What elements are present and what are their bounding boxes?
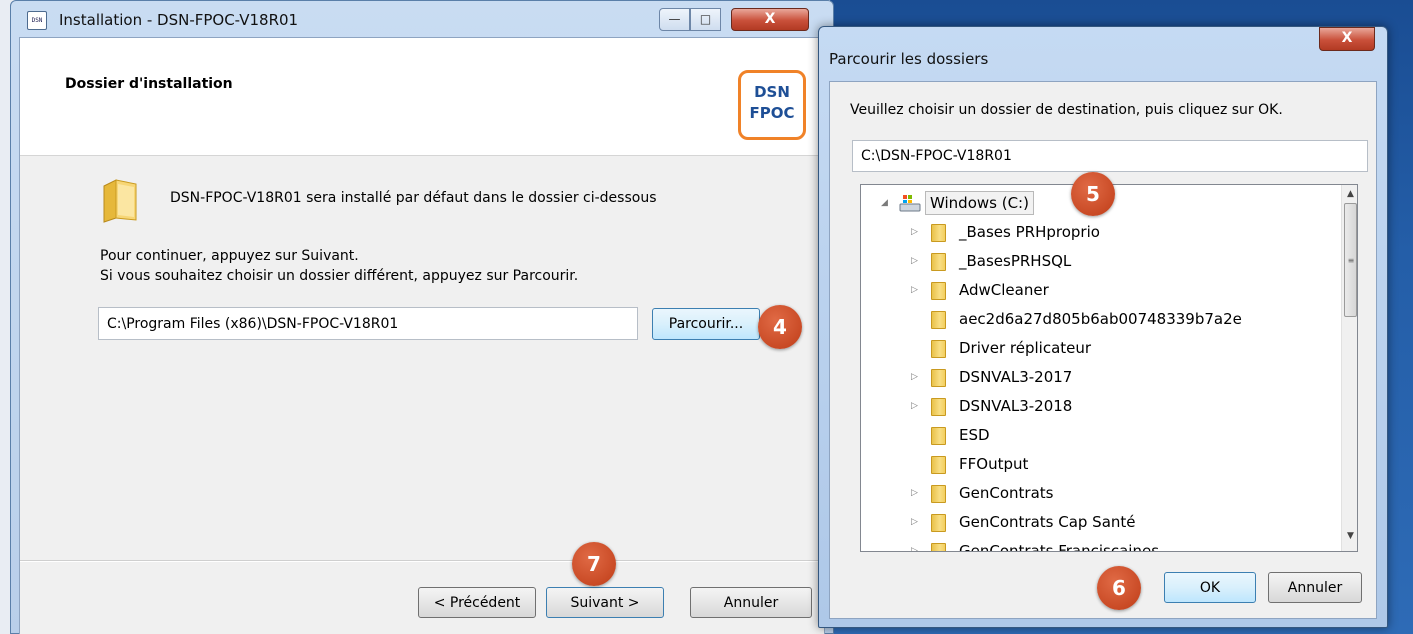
next-button[interactable]: Suivant > [546, 587, 664, 618]
tree-item-label[interactable]: GenContrats Franciscaines [959, 537, 1159, 551]
expand-arrow-icon[interactable]: ▷ [911, 508, 921, 537]
tree-item[interactable]: FFOutput [861, 450, 1339, 479]
step-badge-7: 7 [572, 542, 616, 586]
cancel-button[interactable]: Annuler [690, 587, 812, 618]
folder-icon [931, 456, 946, 474]
step-badge-5: 5 [1071, 172, 1115, 216]
tree-item[interactable]: ▷ GenContrats Franciscaines [861, 537, 1339, 551]
installer-client-area: Dossier d'installation DSN FPOC DSN-FPOC… [19, 37, 825, 634]
tree-item[interactable]: ▷ GenContrats [861, 479, 1339, 508]
minimize-button[interactable]: — [659, 8, 690, 31]
tree-item-label[interactable]: _Bases PRHproprio [959, 218, 1100, 247]
folder-icon [931, 427, 946, 445]
tree-item[interactable]: ▷ _Bases PRHproprio [861, 218, 1339, 247]
tree-item[interactable]: aec2d6a27d805b6ab00748339b7a2e [861, 305, 1339, 334]
logo-line-2: FPOC [749, 104, 795, 122]
tree-item[interactable]: ▷ AdwCleaner [861, 276, 1339, 305]
instruction-line-1: Pour continuer, appuyez sur Suivant. [100, 248, 359, 264]
tree-item-label[interactable]: _BasesPRHSQL [959, 247, 1071, 276]
folder-tree[interactable]: ◢ Windows (C:) ▷ _Bases PRHproprio ▷ _Ba [860, 184, 1358, 552]
expand-arrow-icon[interactable]: ▷ [911, 363, 921, 392]
grip-icon: ≡ [1347, 256, 1355, 265]
expand-arrow-icon[interactable]: ▷ [911, 392, 921, 421]
tree-item-label[interactable]: GenContrats Cap Santé [959, 508, 1136, 537]
tree-root-label[interactable]: Windows (C:) [925, 191, 1034, 215]
browse-folder-dialog: Parcourir les dossiers X Veuillez choisi… [818, 26, 1388, 628]
folder-icon [931, 398, 946, 416]
installer-title-bar[interactable]: DSN Installation - DSN-FPOC-V18R01 — □ X [11, 1, 833, 37]
default-folder-text: DSN-FPOC-V18R01 sera installé par défaut… [170, 190, 657, 206]
folder-icon [931, 311, 946, 329]
dialog-cancel-button[interactable]: Annuler [1268, 572, 1362, 603]
page-title: Dossier d'installation [65, 76, 233, 92]
tree-item-label[interactable]: DSNVAL3-2017 [959, 363, 1072, 392]
scrollbar-thumb[interactable]: ≡ [1344, 203, 1357, 317]
scroll-up-arrow-icon[interactable]: ▲ [1344, 189, 1357, 199]
close-button[interactable]: X [731, 8, 809, 31]
expand-arrow-icon[interactable]: ▷ [911, 247, 921, 276]
folder-icon [931, 253, 946, 271]
expand-arrow-icon[interactable]: ▷ [911, 537, 921, 551]
ok-button[interactable]: OK [1164, 572, 1256, 603]
selected-folder-path: C:\DSN-FPOC-V18R01 [852, 140, 1368, 172]
installer-title: Installation - DSN-FPOC-V18R01 [59, 11, 299, 29]
scroll-down-arrow-icon[interactable]: ▼ [1344, 531, 1357, 541]
folder-icon [931, 485, 946, 503]
tree-item-label[interactable]: aec2d6a27d805b6ab00748339b7a2e [959, 305, 1242, 334]
tree-item[interactable]: ▷ _BasesPRHSQL [861, 247, 1339, 276]
install-path-input[interactable] [98, 307, 638, 340]
tree-item[interactable]: ESD [861, 421, 1339, 450]
previous-button[interactable]: < Précédent [418, 587, 536, 618]
maximize-button[interactable]: □ [690, 8, 721, 31]
expand-arrow-icon[interactable]: ▷ [911, 276, 921, 305]
folder-icon [931, 224, 946, 242]
footer-separator [20, 560, 824, 562]
tree-item-label[interactable]: ESD [959, 421, 990, 450]
tree-item-label[interactable]: GenContrats [959, 479, 1053, 508]
tree-scrollbar[interactable]: ▲ ≡ ▼ [1341, 185, 1357, 551]
folder-icon [931, 514, 946, 532]
tree-item-label[interactable]: Driver réplicateur [959, 334, 1091, 363]
step-badge-6: 6 [1097, 566, 1141, 610]
folder-icon [931, 282, 946, 300]
folder-icon [931, 340, 946, 358]
expand-arrow-icon[interactable]: ▷ [911, 218, 921, 247]
logo-line-1: DSN [754, 83, 790, 101]
installer-window: DSN Installation - DSN-FPOC-V18R01 — □ X… [10, 0, 834, 634]
step-badge-4: 4 [758, 305, 802, 349]
dialog-instruction: Veuillez choisir un dossier de destinati… [850, 102, 1283, 118]
tree-item-label[interactable]: DSNVAL3-2018 [959, 392, 1072, 421]
tree-item-label[interactable]: FFOutput [959, 450, 1028, 479]
tree-item[interactable]: ▷ DSNVAL3-2017 [861, 363, 1339, 392]
folder-icon [931, 543, 946, 551]
installer-header: Dossier d'installation DSN FPOC [20, 38, 824, 156]
tree-item-label[interactable]: AdwCleaner [959, 276, 1049, 305]
dialog-close-button[interactable]: X [1319, 27, 1375, 51]
drive-icon [899, 195, 921, 212]
dialog-title[interactable]: Parcourir les dossiers [829, 50, 988, 68]
tree-item[interactable]: Driver réplicateur [861, 334, 1339, 363]
folder-icon [931, 369, 946, 387]
expand-arrow-icon[interactable]: ▷ [911, 479, 921, 508]
app-icon: DSN [27, 11, 47, 30]
dsn-fpoc-logo: DSN FPOC [738, 70, 806, 140]
collapse-arrow-icon[interactable]: ◢ [881, 189, 891, 218]
tree-item[interactable]: ▷ DSNVAL3-2018 [861, 392, 1339, 421]
tree-item[interactable]: ▷ GenContrats Cap Santé [861, 508, 1339, 537]
dialog-client-area: Veuillez choisir un dossier de destinati… [829, 81, 1377, 619]
folder-icon [103, 179, 137, 223]
instruction-line-2: Si vous souhaitez choisir un dossier dif… [100, 268, 579, 284]
browse-button[interactable]: Parcourir... [652, 308, 760, 340]
